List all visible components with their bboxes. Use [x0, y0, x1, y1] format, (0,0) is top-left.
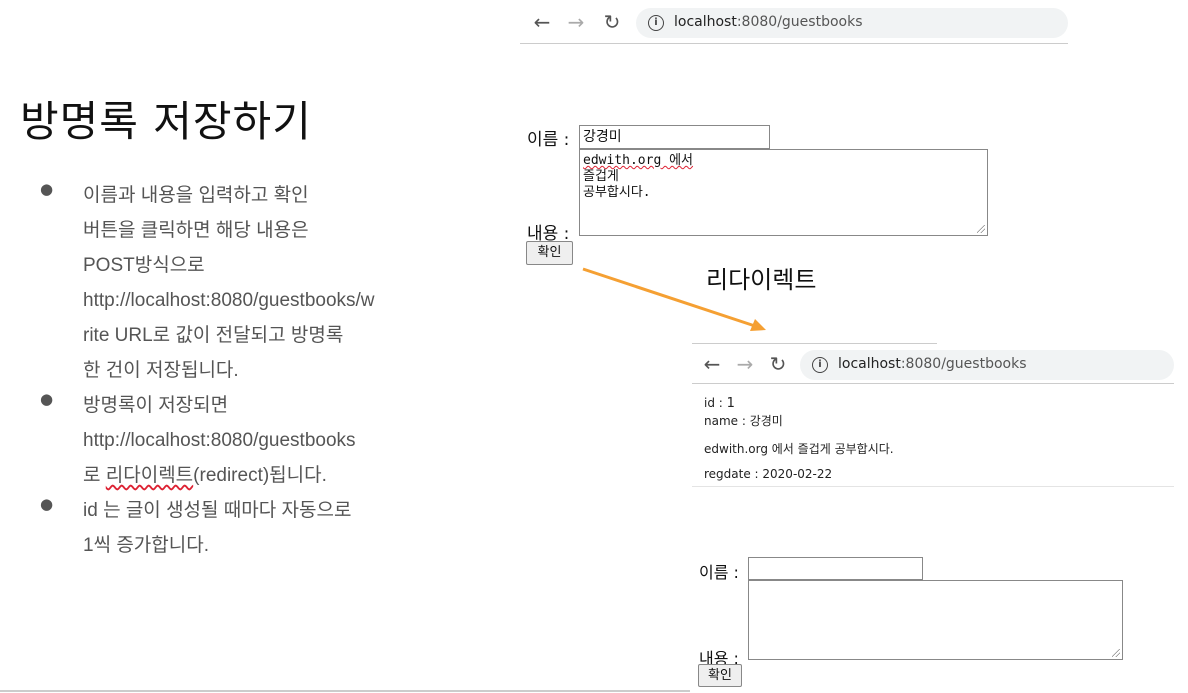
toolbar-divider — [520, 43, 1068, 44]
back-arrow-icon[interactable]: ← — [532, 10, 552, 34]
bullet-dot-icon: ● — [40, 495, 54, 513]
redirect-label: 리다이렉트 — [706, 266, 817, 294]
record-id: id : 1 — [704, 396, 735, 411]
toolbar-divider — [692, 383, 1174, 384]
textarea-line: edwith.org 에서 — [583, 153, 694, 168]
spellcheck-word: 리다이렉트 — [105, 465, 194, 486]
bullet-text-line: POST방식으로 — [83, 255, 205, 276]
bullet-text-line: 한 건이 저장됩니다. — [83, 360, 239, 381]
bullet-text-line: 방명록이 저장되면 — [83, 395, 229, 416]
submit-button[interactable]: 확인 — [526, 241, 573, 265]
bullet-text-pre: 로 — [83, 465, 106, 486]
reload-icon[interactable]: ↻ — [602, 10, 622, 34]
slide-title: 방명록 저장하기 — [20, 97, 312, 146]
bullet-item: ● 이름과 내용을 입력하고 확인 버튼을 클릭하면 해당 내용은 POST방식… — [36, 178, 396, 388]
record-divider — [692, 486, 1174, 487]
address-bar[interactable]: i localhost:8080/guestbooks — [800, 350, 1174, 380]
record-regdate: regdate : 2020-02-22 — [704, 467, 833, 481]
bullet-text-line: 이름과 내용을 입력하고 확인 — [83, 185, 309, 206]
content-textarea[interactable]: edwith.org 에서 즐겁게 공부합시다. — [579, 149, 988, 236]
textarea-line: 즐겁게 — [583, 169, 619, 184]
record-name: name : 강경미 — [704, 414, 783, 428]
content-textarea[interactable] — [748, 580, 1123, 660]
bullet-list: ● 이름과 내용을 입력하고 확인 버튼을 클릭하면 해당 내용은 POST방식… — [36, 178, 396, 563]
slide-bottom-edge — [0, 690, 690, 692]
name-input[interactable]: 강경미 — [579, 125, 770, 149]
bullet-text-line: 1씩 증가합니다. — [83, 535, 210, 556]
name-input[interactable] — [748, 557, 923, 580]
address-url: localhost:8080/guestbooks — [838, 356, 1027, 372]
bullet-text-line: id 는 글이 생성될 때마다 자동으로 — [83, 500, 352, 521]
bullet-dot-icon: ● — [40, 390, 54, 408]
info-icon[interactable]: i — [812, 357, 828, 373]
bullet-text-post: (redirect)됩니다. — [193, 465, 327, 486]
name-label: 이름 : — [527, 130, 570, 150]
browser-toolbar-bottom: ← → ↻ i localhost:8080/guestbooks — [692, 344, 1174, 384]
resize-handle-icon[interactable] — [1112, 649, 1120, 657]
address-bar[interactable]: i localhost:8080/guestbooks — [636, 8, 1068, 38]
name-label: 이름 : — [699, 563, 739, 582]
textarea-line: 공부합시다. — [583, 185, 651, 200]
submit-button[interactable]: 확인 — [698, 664, 742, 687]
forward-arrow-icon[interactable]: → — [566, 10, 586, 34]
reload-icon[interactable]: ↻ — [768, 352, 788, 376]
bullet-dot-icon: ● — [40, 180, 54, 198]
bullet-text-line: 로 리다이렉트(redirect)됩니다. — [83, 458, 396, 493]
back-arrow-icon[interactable]: ← — [702, 352, 722, 376]
info-icon[interactable]: i — [648, 15, 664, 31]
bullet-item: ● 방명록이 저장되면 http://localhost:8080/guestb… — [36, 388, 396, 493]
forward-arrow-icon[interactable]: → — [735, 352, 755, 376]
bullet-text-line: 버튼을 클릭하면 해당 내용은 — [83, 220, 309, 241]
bullet-text-line: http://localhost:8080/guestbooks — [83, 430, 356, 451]
record-content: edwith.org 에서 즐겁게 공부합시다. — [704, 442, 894, 456]
address-url: localhost:8080/guestbooks — [674, 14, 863, 30]
resize-handle-icon[interactable] — [977, 225, 985, 233]
bullet-text-line: rite URL로 값이 전달되고 방명록 — [83, 325, 344, 346]
browser-toolbar-top: ← → ↻ i localhost:8080/guestbooks — [520, 2, 1068, 42]
bullet-text-line: http://localhost:8080/guestbooks/w — [83, 290, 375, 311]
bullet-item: ● id 는 글이 생성될 때마다 자동으로 1씩 증가합니다. — [36, 493, 396, 563]
